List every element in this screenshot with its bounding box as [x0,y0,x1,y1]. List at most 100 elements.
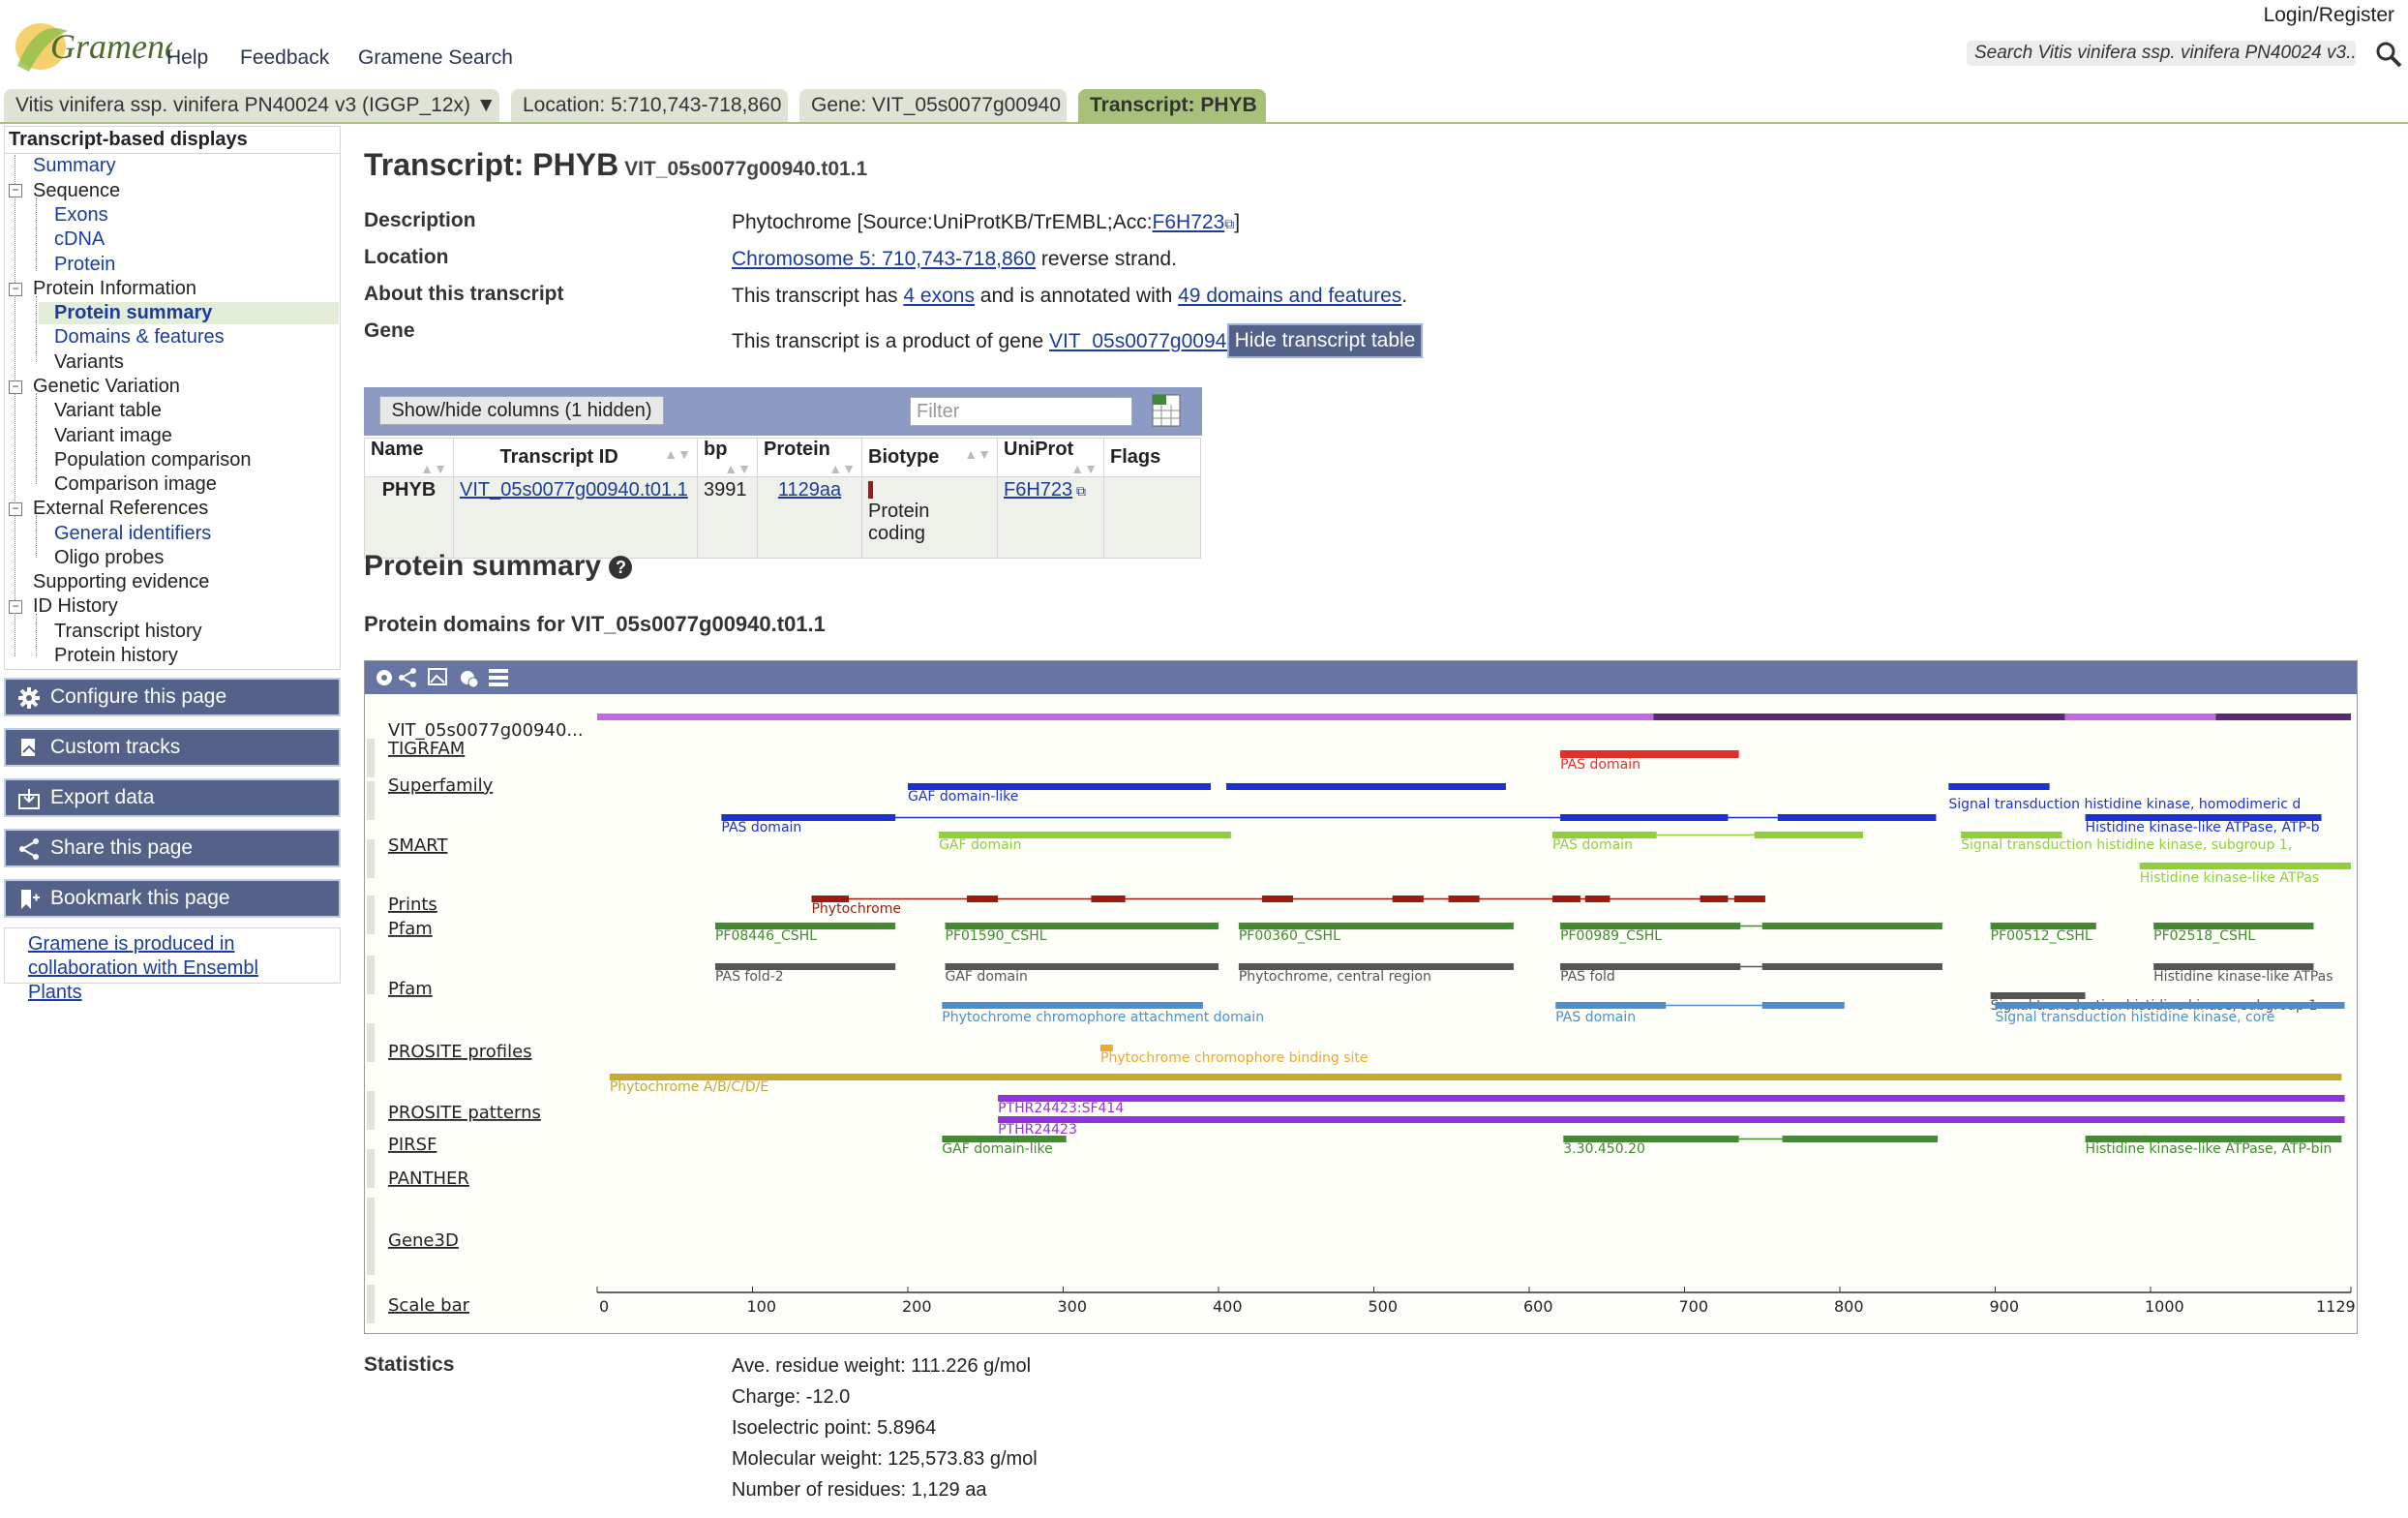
transcript-bar-exon [2064,713,2216,720]
collapse-icon[interactable]: − [9,380,22,394]
configure-page-button[interactable]: Configure this page [4,678,341,716]
pfam-feature [1761,963,1942,970]
external-link-icon: ⧉ [1224,216,1235,231]
cell-biotype: Protein coding [861,476,998,559]
exons-link[interactable]: 4 exons [903,285,975,307]
feature-label: PTHR24423:SF414 [998,1101,1124,1116]
domains-features-link[interactable]: 49 domains and features [1178,285,1401,307]
collapse-icon[interactable]: − [9,600,22,614]
tab-transcript[interactable]: Transcript: PHYB [1078,89,1266,122]
track-label: PROSITE profiles [388,1042,532,1062]
configure-page-label: Configure this page [50,685,227,708]
tab-underline [0,122,2408,124]
sidebar-item-comparison-image[interactable]: Comparison image [54,473,217,496]
pfam-feature [1761,923,1942,929]
sidebar-item-id-history: ID History [33,595,118,617]
track-drag-handle [367,956,375,994]
custom-tracks-icon [17,737,41,760]
custom-tracks-button[interactable]: Custom tracks [4,728,341,767]
gramene-logo[interactable]: Gramene [8,17,180,76]
uniprot-table-link[interactable]: F6H723 [1004,479,1072,501]
hide-transcript-table-button[interactable]: Hide transcript table [1227,323,1423,358]
stat-isoelectric-point: Isoelectric point: 5.8964 [732,1417,937,1439]
protein-domain-image[interactable]: VIT_05s0077g00940... TIGRFAM Superfamily SM… [364,660,2358,1334]
feature-label: Histidine kinase-like ATPas [2153,969,2333,985]
nav-help[interactable]: Help [166,46,208,70]
scale-tick-label: 500 [1368,1297,1398,1316]
table-filter-input[interactable]: Filter [910,397,1132,426]
statistics-label: Statistics [364,1353,455,1376]
prints-feature [1733,896,1765,902]
col-uniprot[interactable]: UniProt ▲▼ [997,438,1104,477]
col-bp[interactable]: bp ▲▼ [697,438,758,477]
stat-residue-count: Number of residues: 1,129 aa [732,1479,987,1501]
superfamily-feature [1560,814,1729,821]
show-hide-columns-button[interactable]: Show/hide columns (1 hidden) [379,396,664,425]
ensembl-plants-link[interactable]: Gramene is produced in collaboration wit… [4,927,341,1003]
tree-line [36,515,37,558]
track-svg[interactable]: VIT_05s0077g00940...TIGRFAM Superfamily SM… [365,694,2357,1333]
chromosome-location-link[interactable]: Chromosome 5: 710,743-718,860 [732,248,1036,270]
sidebar-item-protein[interactable]: Protein [54,254,115,276]
prints-feature [1700,896,1729,902]
scale-tick-label: 700 [1678,1297,1708,1316]
nav-feedback[interactable]: Feedback [240,46,329,70]
sidebar-item-variants[interactable]: Variants [54,351,124,374]
sidebar-item-population-comparison[interactable]: Population comparison [54,449,251,471]
protein-length-link[interactable]: 1129aa [778,479,841,501]
tab-gene[interactable]: Gene: VIT_05s0077g00940 [799,89,1067,122]
uniprot-link[interactable]: F6H723 [1153,211,1225,233]
col-flags[interactable]: Flags [1103,438,1201,477]
sidebar-item-cdna[interactable]: cDNA [54,228,105,251]
col-protein[interactable]: Protein ▲▼ [757,438,862,477]
sidebar-item-protein-summary[interactable]: Protein summary [39,302,339,324]
export-spreadsheet-icon[interactable] [1152,391,1181,428]
sidebar-item-summary[interactable]: Summary [33,155,116,177]
protein-summary-heading: Protein summary ? [364,550,633,583]
tab-species[interactable]: Vitis vinifera ssp. vinifera PN40024 v3 … [4,89,499,122]
nav-gramene-search[interactable]: Gramene Search [358,46,513,70]
sidebar-item-exons[interactable]: Exons [54,204,108,227]
superfamily-feature [1226,783,1506,790]
cell-flags [1103,476,1201,559]
sidebar-item-domains-features[interactable]: Domains & features [54,326,225,349]
transcript-bar-exon [2215,713,2351,720]
feature-label: PF00512_CSHL [1991,928,2092,944]
description-value: Phytochrome [Source:UniProtKB/TrEMBL;Acc… [732,211,1240,234]
collapse-icon[interactable]: − [9,502,22,516]
sidebar-item-protein-information: Protein Information [33,278,196,299]
help-icon[interactable]: ? [609,556,633,580]
track-label: Prints [388,895,437,915]
sidebar-item-variant-image[interactable]: Variant image [54,425,172,447]
track-label: Pfam [388,979,433,999]
table-row: PHYB VIT_05s0077g00940.t01.1 3991 1129aa… [364,476,1201,559]
search-input[interactable]: Search Vitis vinifera ssp. vinifera PN40… [1967,41,2356,66]
sidebar-item-oligo-probes[interactable]: Oligo probes [54,547,164,569]
col-biotype[interactable]: Biotype ▲▼ [861,438,998,477]
feature-label: PAS domain [721,820,801,835]
gene-link[interactable]: VIT_05s0077g00940 [1049,330,1238,352]
search-icon[interactable] [2373,39,2404,70]
custom-tracks-label: Custom tracks [50,736,181,758]
sidebar-item-variant-table[interactable]: Variant table [54,400,162,422]
collapse-icon[interactable]: − [9,184,22,197]
tab-location[interactable]: Location: 5:710,743-718,860 [511,89,788,122]
sidebar-item-protein-history[interactable]: Protein history [54,645,178,667]
col-name[interactable]: Name ▲▼ [364,438,454,477]
prints-feature [1261,896,1294,902]
track-drag-handle [367,1285,375,1323]
track-drag-handle [367,781,375,820]
share-page-button[interactable]: Share this page [4,829,341,867]
login-register-link[interactable]: Login/Register [2264,4,2394,27]
transcript-id-link[interactable]: VIT_05s0077g00940.t01.1 [460,479,688,501]
image-toolbar [365,661,2357,694]
collapse-icon[interactable]: − [9,283,22,296]
sidebar-item-transcript-history[interactable]: Transcript history [54,621,202,643]
export-data-button[interactable]: Export data [4,778,341,817]
sidebar-item-general-identifiers[interactable]: General identifiers [54,523,211,545]
col-transcript-id[interactable]: Transcript ID ▲▼ [453,438,698,477]
bookmark-page-button[interactable]: Bookmark this page [4,879,341,918]
track-label: PANTHER [388,1169,469,1189]
sidebar-item-supporting-evidence[interactable]: Supporting evidence [33,571,209,593]
cell-transcript-id: VIT_05s0077g00940.t01.1 [453,476,698,559]
